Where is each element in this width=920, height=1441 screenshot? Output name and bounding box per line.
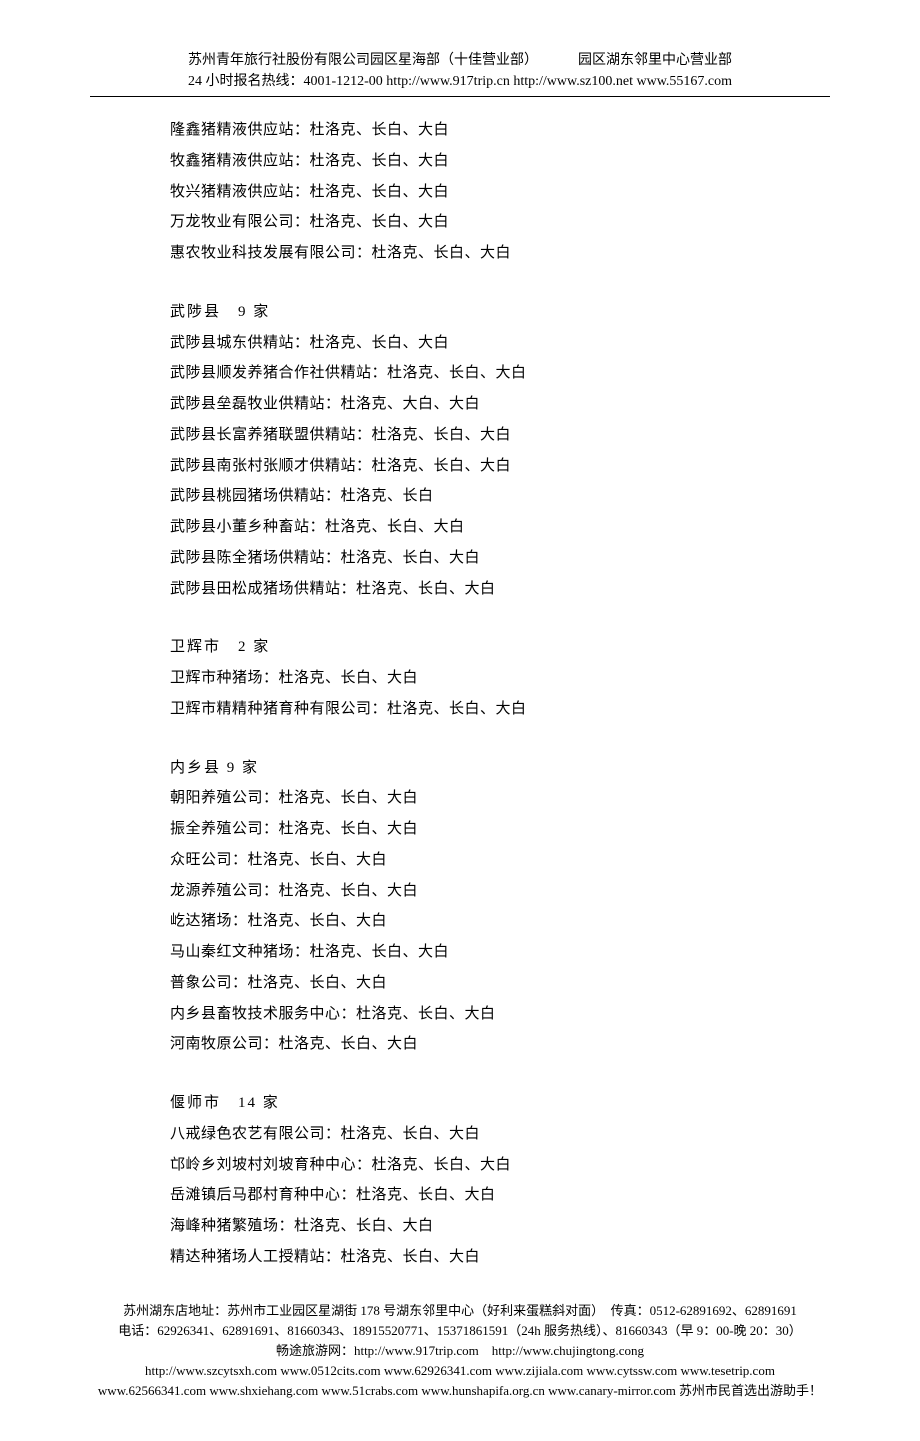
list-item: 马山秦红文种猪场：杜洛克、长白、大白 (170, 937, 830, 968)
footer-links: http://www.szcytsxh.com www.0512cits.com… (90, 1361, 830, 1401)
list-item: 八戒绿色农艺有限公司：杜洛克、长白、大白 (170, 1119, 830, 1150)
header-line-2: 24 小时报名热线：4001-1212-00 http://www.917tri… (90, 71, 830, 92)
list-item: 精达种猪场人工授精站：杜洛克、长白、大白 (170, 1242, 830, 1273)
list-item: 卫辉市种猪场：杜洛克、长白、大白 (170, 663, 830, 694)
header-line-1: 苏州青年旅行社股份有限公司园区星海部（十佳营业部） 园区湖东邻里中心营业部 (90, 50, 830, 71)
footer-address: 苏州湖东店地址：苏州市工业园区星湖街 178 号湖东邻里中心（好利来蛋糕斜对面）… (90, 1301, 830, 1321)
section: 偃师市 14 家八戒绿色农艺有限公司：杜洛克、长白、大白邙岭乡刘坡村刘坡育种中心… (170, 1088, 830, 1273)
list-item: 卫辉市精精种猪育种有限公司：杜洛克、长白、大白 (170, 694, 830, 725)
page-footer: 苏州湖东店地址：苏州市工业园区星湖街 178 号湖东邻里中心（好利来蛋糕斜对面）… (90, 1301, 830, 1402)
section-title: 武陟县 9 家 (170, 297, 830, 328)
list-item: 万龙牧业有限公司：杜洛克、长白、大白 (170, 207, 830, 238)
page-header: 苏州青年旅行社股份有限公司园区星海部（十佳营业部） 园区湖东邻里中心营业部 24… (90, 50, 830, 92)
list-item: 岳滩镇后马郡村育种中心：杜洛克、长白、大白 (170, 1180, 830, 1211)
list-item: 牧鑫猪精液供应站：杜洛克、长白、大白 (170, 146, 830, 177)
list-item: 武陟县桃园猪场供精站：杜洛克、长白 (170, 481, 830, 512)
footer-net: 畅途旅游网：http://www.917trip.com http://www.… (90, 1341, 830, 1361)
list-item: 屹达猪场：杜洛克、长白、大白 (170, 906, 830, 937)
list-item: 武陟县城东供精站：杜洛克、长白、大白 (170, 328, 830, 359)
section-title: 内乡县 9 家 (170, 753, 830, 784)
section-title: 偃师市 14 家 (170, 1088, 830, 1119)
list-item: 海峰种猪繁殖场：杜洛克、长白、大白 (170, 1211, 830, 1242)
list-item: 武陟县长富养猪联盟供精站：杜洛克、长白、大白 (170, 420, 830, 451)
section: 内乡县 9 家朝阳养殖公司：杜洛克、长白、大白振全养殖公司：杜洛克、长白、大白众… (170, 753, 830, 1061)
list-item: 邙岭乡刘坡村刘坡育种中心：杜洛克、长白、大白 (170, 1150, 830, 1181)
list-item: 武陟县陈全猪场供精站：杜洛克、长白、大白 (170, 543, 830, 574)
list-item: 内乡县畜牧技术服务中心：杜洛克、长白、大白 (170, 999, 830, 1030)
list-item: 武陟县南张村张顺才供精站：杜洛克、长白、大白 (170, 451, 830, 482)
header-divider (90, 96, 830, 97)
document-content: 隆鑫猪精液供应站：杜洛克、长白、大白牧鑫猪精液供应站：杜洛克、长白、大白牧兴猪精… (90, 115, 830, 1273)
list-item: 武陟县垒磊牧业供精站：杜洛克、大白、大白 (170, 389, 830, 420)
list-item: 武陟县顺发养猪合作社供精站：杜洛克、长白、大白 (170, 358, 830, 389)
list-item: 朝阳养殖公司：杜洛克、长白、大白 (170, 783, 830, 814)
header-org-right: 园区湖东邻里中心营业部 (578, 50, 732, 71)
list-item: 普象公司：杜洛克、长白、大白 (170, 968, 830, 999)
list-item: 振全养殖公司：杜洛克、长白、大白 (170, 814, 830, 845)
section: 武陟县 9 家武陟县城东供精站：杜洛克、长白、大白武陟县顺发养猪合作社供精站：杜… (170, 297, 830, 605)
footer-phone: 电话：62926341、62891691、81660343、1891552077… (90, 1321, 830, 1341)
list-item: 隆鑫猪精液供应站：杜洛克、长白、大白 (170, 115, 830, 146)
list-item: 惠农牧业科技发展有限公司：杜洛克、长白、大白 (170, 238, 830, 269)
list-item: 龙源养殖公司：杜洛克、长白、大白 (170, 876, 830, 907)
intro-section: 隆鑫猪精液供应站：杜洛克、长白、大白牧鑫猪精液供应站：杜洛克、长白、大白牧兴猪精… (170, 115, 830, 269)
list-item: 众旺公司：杜洛克、长白、大白 (170, 845, 830, 876)
list-item: 河南牧原公司：杜洛克、长白、大白 (170, 1029, 830, 1060)
section: 卫辉市 2 家卫辉市种猪场：杜洛克、长白、大白卫辉市精精种猪育种有限公司：杜洛克… (170, 632, 830, 724)
list-item: 牧兴猪精液供应站：杜洛克、长白、大白 (170, 177, 830, 208)
list-item: 武陟县小董乡种畜站：杜洛克、长白、大白 (170, 512, 830, 543)
section-title: 卫辉市 2 家 (170, 632, 830, 663)
document-page: 苏州青年旅行社股份有限公司园区星海部（十佳营业部） 园区湖东邻里中心营业部 24… (0, 0, 920, 1441)
list-item: 武陟县田松成猪场供精站：杜洛克、长白、大白 (170, 574, 830, 605)
header-org-left: 苏州青年旅行社股份有限公司园区星海部（十佳营业部） (188, 50, 538, 71)
